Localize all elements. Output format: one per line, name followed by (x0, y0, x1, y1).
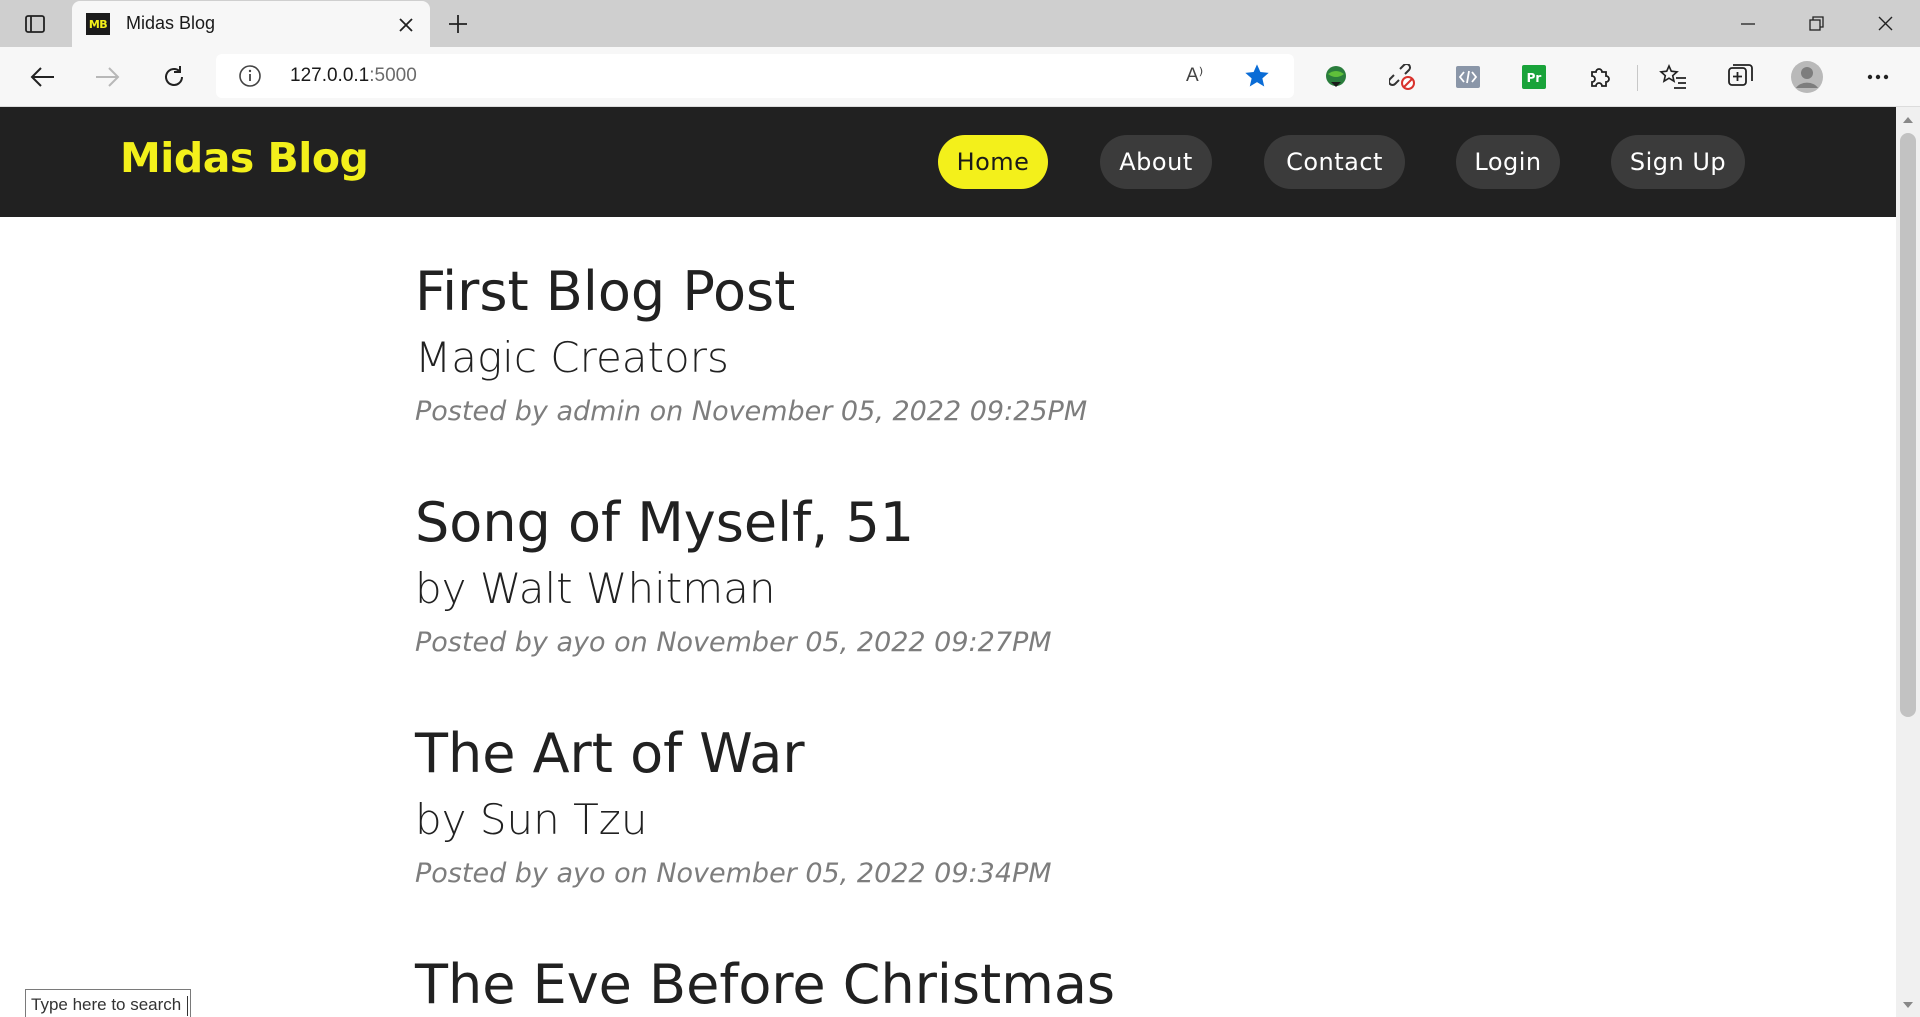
post-title-link[interactable]: First Blog Post (415, 261, 1087, 323)
refresh-button[interactable] (156, 59, 192, 95)
code-icon (1456, 66, 1480, 88)
post-item: Song of Myself, 51 by Walt Whitman Poste… (415, 492, 1052, 660)
tab-title: Midas Blog (126, 13, 216, 33)
extensions-button[interactable] (1584, 61, 1616, 93)
post-title-link[interactable]: Song of Myself, 51 (415, 492, 1052, 554)
scroll-down-button[interactable] (1896, 993, 1920, 1017)
page-scrollbar[interactable] (1896, 107, 1920, 1017)
forward-button[interactable] (90, 59, 126, 95)
browser-tab-bar: MB Midas Blog (0, 0, 1920, 47)
favorites-list-icon (1659, 64, 1686, 89)
close-icon (399, 18, 413, 32)
post-meta: Posted by admin on November 05, 2022 09:… (415, 396, 1088, 427)
read-aloud-button[interactable]: A⁾ (1186, 64, 1216, 88)
page-viewport: Midas Blog Home About Contact Login Sign… (0, 107, 1896, 1017)
post-meta: Posted by ayo on November 05, 2022 09:27… (415, 627, 1052, 658)
collections-icon (1728, 64, 1753, 86)
profile-button[interactable] (1791, 61, 1823, 93)
url-text[interactable]: 127.0.0.1:5000 (290, 65, 417, 87)
post-subtitle: by Sun Tzu (415, 795, 648, 844)
scroll-up-button[interactable] (1896, 107, 1920, 131)
site-navbar: Midas Blog Home About Contact Login Sign… (0, 107, 1896, 217)
site-favicon: MB (86, 13, 110, 35)
post-meta: Posted by ayo on November 05, 2022 09:34… (415, 858, 1052, 889)
address-bar[interactable]: 127.0.0.1:5000 A⁾ (216, 54, 1294, 98)
collections-button[interactable] (1723, 61, 1755, 93)
post-item: First Blog Post Magic Creators Posted by… (415, 261, 1087, 429)
close-icon (1878, 16, 1892, 31)
tab-actions-icon (25, 15, 45, 33)
post-title-link[interactable]: The Art of War (415, 723, 1052, 785)
favorites-button[interactable] (1657, 61, 1689, 93)
minimize-window-button[interactable] (1718, 0, 1778, 47)
browser-toolbar: 127.0.0.1:5000 A⁾ Pr (0, 47, 1920, 107)
caret-up-icon (1903, 116, 1913, 123)
minimize-icon (1741, 22, 1755, 25)
svg-text:Pr: Pr (1527, 71, 1542, 85)
post-title-link[interactable]: The Eve Before Christmas (415, 954, 1115, 1016)
nav-login-button[interactable]: Login (1456, 135, 1560, 189)
more-horizontal-icon (1867, 74, 1889, 80)
nav-contact-button[interactable]: Contact (1264, 135, 1405, 189)
settings-menu-button[interactable] (1862, 61, 1894, 93)
favorite-star-icon[interactable] (1243, 62, 1271, 90)
restore-icon (1808, 16, 1824, 31)
plus-icon (449, 15, 467, 33)
post-item: The Eve Before Christmas (415, 954, 1115, 1016)
restore-window-button[interactable] (1786, 0, 1846, 47)
post-subtitle: by Walt Whitman (415, 564, 776, 613)
taskbar-search-input[interactable]: Type here to search (25, 989, 191, 1017)
site-brand[interactable]: Midas Blog (120, 134, 369, 182)
pr-extension-icon: Pr (1522, 65, 1546, 89)
extension-link-blocker-button[interactable] (1386, 61, 1418, 93)
avatar-icon (1791, 61, 1823, 93)
toolbar-divider (1637, 65, 1638, 91)
refresh-icon (165, 66, 183, 86)
url-port: :5000 (369, 65, 417, 86)
arrow-left-icon (30, 67, 54, 87)
post-item: The Art of War by Sun Tzu Posted by ayo … (415, 723, 1052, 891)
nav-about-button[interactable]: About (1100, 135, 1212, 189)
tab-close-button[interactable] (394, 13, 418, 37)
back-button[interactable] (24, 59, 60, 95)
new-tab-button[interactable] (440, 8, 476, 40)
arrow-right-icon (96, 67, 120, 87)
browser-tab-midas-blog[interactable]: MB Midas Blog (72, 1, 430, 47)
caret-down-icon (1903, 1001, 1913, 1008)
globe-download-icon (1326, 66, 1346, 87)
tab-actions-button[interactable] (18, 9, 52, 39)
scrollbar-thumb[interactable] (1900, 133, 1916, 717)
nav-home-button[interactable]: Home (938, 135, 1048, 189)
close-window-button[interactable] (1855, 0, 1915, 47)
post-subtitle: Magic Creators (415, 333, 729, 382)
url-host: 127.0.0.1 (290, 65, 370, 86)
broken-link-icon (1389, 64, 1415, 90)
extension-pr-button[interactable]: Pr (1518, 61, 1550, 93)
extension-code-button[interactable] (1452, 61, 1484, 93)
nav-signup-button[interactable]: Sign Up (1611, 135, 1745, 189)
info-icon[interactable] (238, 64, 262, 88)
extension-globe-button[interactable] (1320, 61, 1352, 93)
puzzle-piece-icon (1591, 68, 1610, 87)
